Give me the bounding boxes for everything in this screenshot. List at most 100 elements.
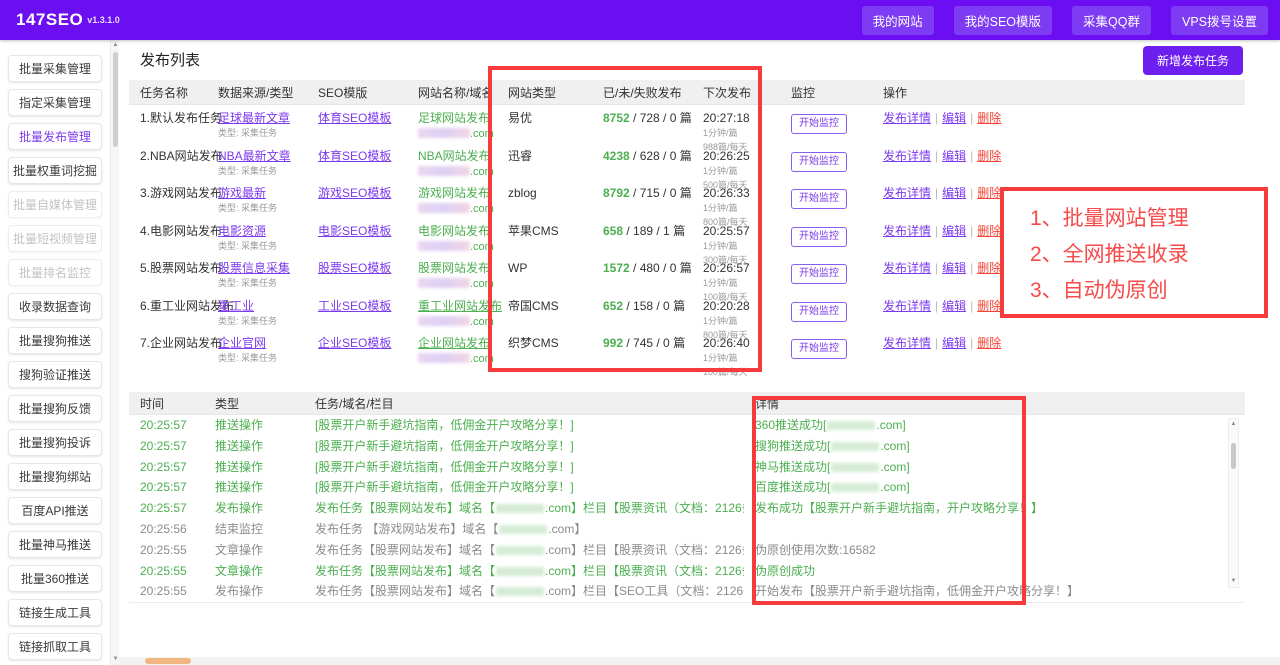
publish-detail-link[interactable]: 发布详情 [883, 261, 931, 275]
seo-template-link[interactable]: 工业SEO模板 [318, 299, 391, 313]
start-monitor-button[interactable]: 开始监控 [791, 226, 847, 247]
delete-link[interactable]: 删除 [977, 299, 1001, 313]
start-monitor-button[interactable]: 开始监控 [791, 189, 847, 209]
site-link[interactable]: 电影网站发布 [418, 224, 490, 238]
sidebar-scrollbar-thumb[interactable] [113, 52, 118, 147]
source-link[interactable]: NBA最新文章 [218, 149, 291, 163]
site-link[interactable]: 重工业网站发布 [418, 299, 502, 313]
sidebar-item[interactable]: 批量排名监控 [8, 259, 102, 286]
log-row: 20:25:57 发布操作 发布任务【股票网站发布】域名【 .com】栏目【股票资… [129, 497, 1245, 518]
site-link[interactable]: NBA网站发布 [418, 149, 491, 163]
seo-template-link[interactable]: 体育SEO模板 [318, 149, 391, 163]
log-task-cell: 发布任务【股票网站发布】域名【.com】栏目【股票资讯（文档：2126条）】 [315, 563, 744, 578]
page-title: 发布列表 [140, 52, 201, 69]
seo-template-link[interactable]: 电影SEO模板 [318, 224, 391, 238]
horizontal-scrollbar-thumb[interactable] [145, 658, 191, 664]
log-scrollbar[interactable]: ▲ ▼ [1228, 418, 1239, 588]
header-nav-button[interactable]: 采集QQ群 [1072, 5, 1151, 35]
scroll-down-icon[interactable]: ▼ [1229, 577, 1238, 586]
seo-template-link[interactable]: 股票SEO模板 [318, 261, 391, 275]
publish-detail-link[interactable]: 发布详情 [883, 186, 931, 200]
sidebar-item[interactable]: 指定采集管理 [8, 89, 102, 116]
log-scrollbar-thumb[interactable] [1231, 443, 1236, 469]
delete-link[interactable]: 删除 [977, 261, 1001, 275]
publish-detail-link[interactable]: 发布详情 [883, 111, 931, 125]
start-monitor-button[interactable]: 开始监控 [791, 264, 847, 284]
log-time-cell: 20:25:57 [140, 501, 187, 516]
column-header: 监控 [791, 85, 816, 100]
start-monitor-button[interactable]: 开始监控 [791, 151, 847, 172]
start-monitor-button[interactable]: 开始监控 [791, 301, 847, 322]
censored-domain-blur [418, 165, 470, 176]
publish-detail-link[interactable]: 发布详情 [883, 336, 931, 350]
edit-link[interactable]: 编辑 [942, 186, 966, 200]
seo-template-link[interactable]: 企业SEO模板 [318, 336, 391, 350]
scroll-up-icon[interactable]: ▲ [1229, 420, 1238, 429]
publish-detail-link[interactable]: 发布详情 [883, 149, 931, 163]
delete-link[interactable]: 删除 [977, 186, 1001, 200]
sidebar-item[interactable]: 批量短视频管理 [8, 225, 102, 252]
sidebar-item[interactable]: 批量发布管理 [8, 123, 102, 150]
log-area-divider [129, 602, 1245, 603]
delete-link[interactable]: 删除 [977, 224, 1001, 238]
source-link[interactable]: 重工业 [218, 299, 254, 313]
header-nav-button[interactable]: 我的网站 [861, 5, 934, 35]
edit-link[interactable]: 编辑 [942, 111, 966, 125]
sidebar-item[interactable]: 批量搜狗反馈 [8, 395, 102, 422]
log-task-cell: 发布任务【股票网站发布】域名【.com】栏目【股票资讯（文档：2126条）】 [315, 542, 744, 557]
site-link[interactable]: 游戏网站发布 [418, 186, 490, 200]
site-link[interactable]: 企业网站发布 [418, 336, 490, 350]
delete-link[interactable]: 删除 [977, 336, 1001, 350]
separator: | [935, 186, 939, 200]
publish-detail-link[interactable]: 发布详情 [883, 224, 931, 238]
sidebar-item[interactable]: 批量自媒体管理 [8, 191, 102, 218]
log-type-cell: 推送操作 [215, 459, 264, 474]
sidebar-item[interactable]: 批量神马推送 [8, 531, 102, 558]
separator: | [935, 148, 939, 163]
delete-link[interactable]: 删除 [977, 111, 1001, 125]
sidebar-item[interactable]: 链接生成工具 [8, 599, 102, 626]
header-nav-button[interactable]: 我的SEO模版 [953, 5, 1053, 35]
sidebar-item[interactable]: 搜狗验证推送 [8, 361, 102, 388]
publish-rate: 1分钟/篇 [703, 278, 738, 288]
start-monitor-button[interactable]: 开始监控 [791, 114, 847, 134]
log-task-cell: [股票开户新手避坑指南，低佣金开户攻略分享！] [315, 459, 574, 474]
separator: | [970, 298, 974, 313]
source-link[interactable]: 企业官网 [218, 336, 266, 350]
separator: | [970, 261, 974, 275]
start-monitor-button[interactable]: 开始监控 [791, 339, 847, 359]
source-link[interactable]: 电影资源 [218, 224, 266, 238]
log-time-cell: 20:25:55 [140, 542, 187, 557]
sidebar-item[interactable]: 链接抓取工具 [8, 633, 102, 660]
seo-template-link[interactable]: 体育SEO模板 [318, 111, 391, 125]
sidebar-item[interactable]: 百度API推送 [8, 497, 102, 524]
new-task-button[interactable]: 新增发布任务 [1142, 46, 1243, 75]
publish-daily: 100篇/每天 [703, 367, 748, 377]
site-link[interactable]: 足球网站发布 [418, 111, 490, 125]
site-link[interactable]: 股票网站发布 [418, 261, 490, 275]
source-link[interactable]: 股票信息采集 [218, 261, 290, 275]
sidebar-item[interactable]: 批量360推送 [8, 565, 102, 592]
sidebar-item[interactable]: 批量权重词挖掘 [8, 157, 102, 184]
seo-template-link[interactable]: 游戏SEO模板 [318, 186, 391, 200]
edit-link[interactable]: 编辑 [942, 261, 966, 275]
delete-link[interactable]: 删除 [977, 149, 1001, 163]
source-link[interactable]: 足球最新文章 [218, 111, 290, 125]
publish-detail-link[interactable]: 发布详情 [883, 299, 931, 313]
task-row: 7.企业网站发布 企业官网 类型: 采集任务 企业SEO模板 企业网站发布 .c… [129, 329, 1245, 377]
sidebar-item[interactable]: 批量搜狗投诉 [8, 429, 102, 456]
censored-domain-blur [418, 128, 470, 138]
sidebar-item[interactable]: 收录数据查询 [8, 293, 102, 320]
sidebar-item[interactable]: 批量搜狗推送 [8, 327, 102, 354]
sidebar-item[interactable]: 批量搜狗绑站 [8, 463, 102, 490]
horizontal-scrollbar[interactable] [119, 657, 1280, 665]
edit-link[interactable]: 编辑 [942, 149, 966, 163]
sidebar-item[interactable]: 批量采集管理 [8, 55, 102, 82]
header-nav-button[interactable]: VPS拨号设置 [1170, 5, 1268, 35]
edit-link[interactable]: 编辑 [942, 336, 966, 350]
sidebar-scrollbar[interactable]: ▲ ▼ [110, 40, 119, 665]
edit-link[interactable]: 编辑 [942, 224, 966, 238]
censored-domain-blur [831, 462, 880, 472]
edit-link[interactable]: 编辑 [942, 299, 966, 313]
source-link[interactable]: 游戏最新 [218, 186, 266, 200]
